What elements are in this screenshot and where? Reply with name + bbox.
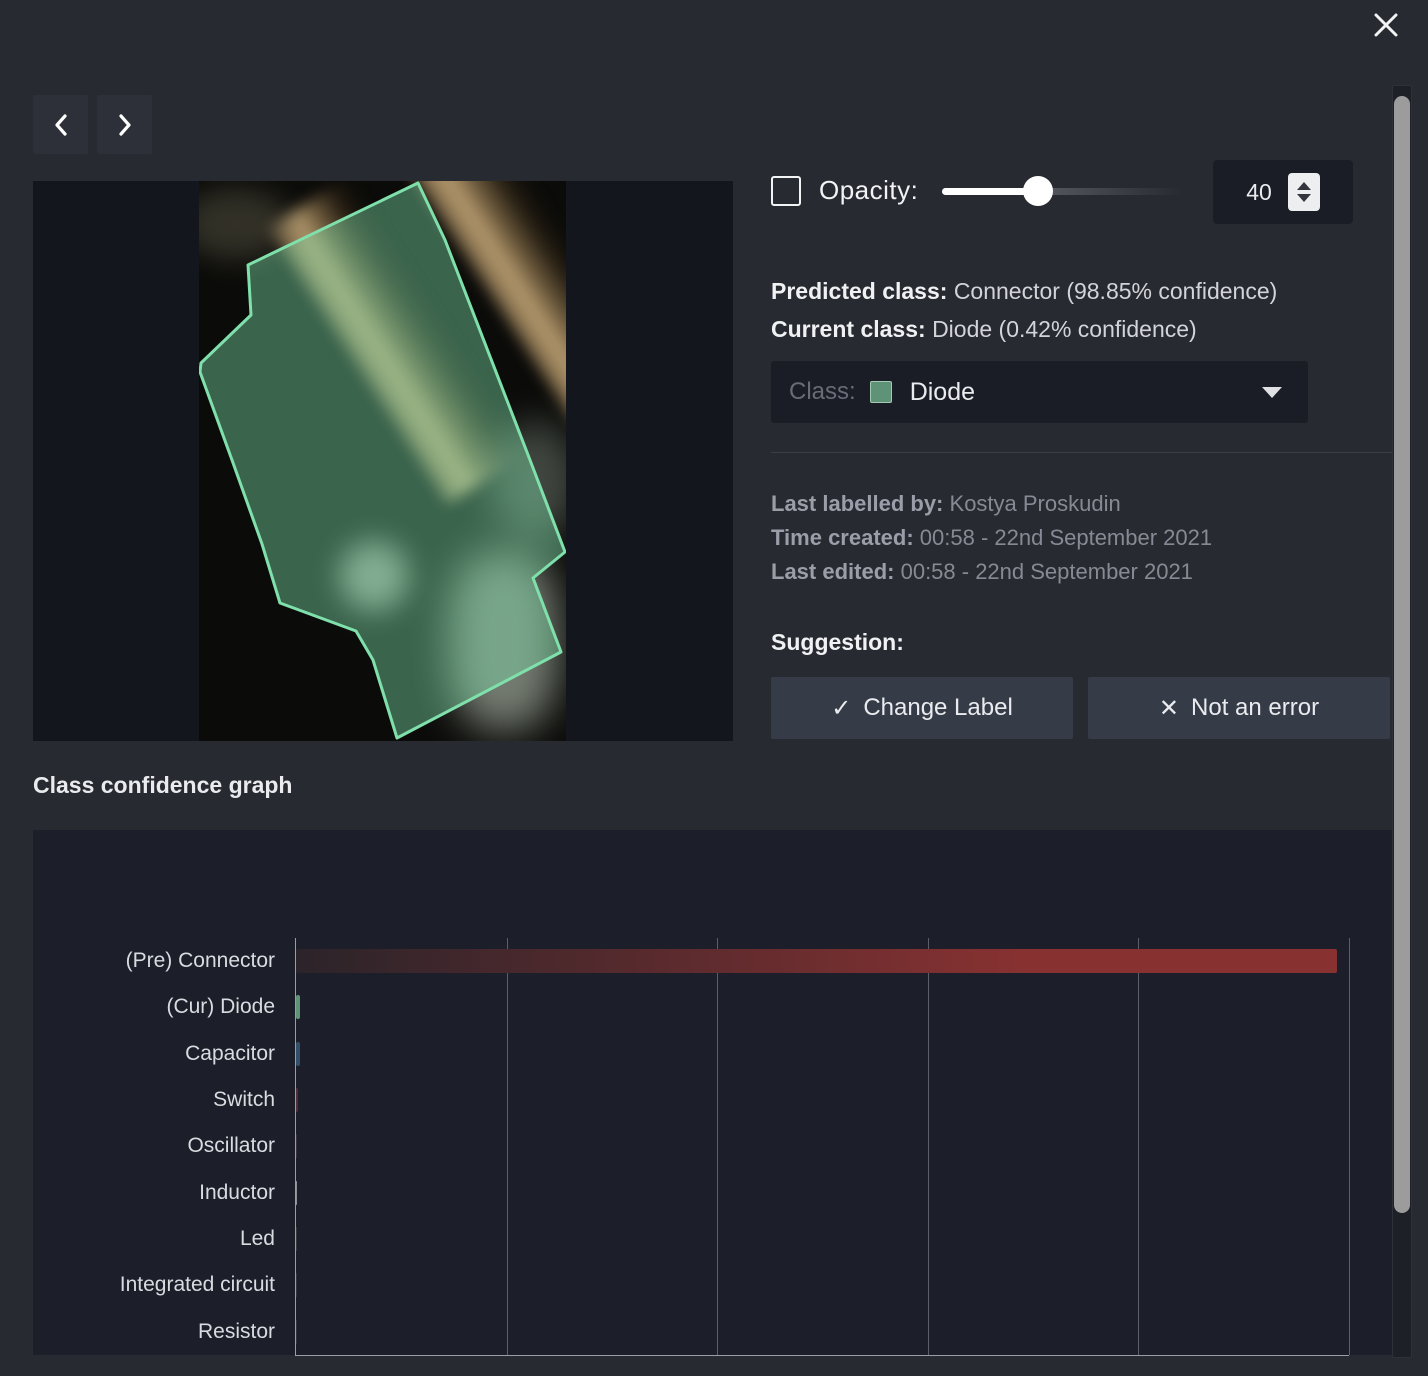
chart-category-label: Integrated circuit bbox=[33, 1262, 275, 1308]
last-edited-label: Last edited: bbox=[771, 559, 894, 584]
chart-category-label: Switch bbox=[33, 1077, 275, 1123]
opacity-label: Opacity: bbox=[819, 175, 918, 206]
chart-bar bbox=[296, 1088, 298, 1112]
chart-bar bbox=[296, 1273, 297, 1297]
component-photo bbox=[199, 181, 566, 741]
label-metadata: Last labelled by: Kostya Proskudin Time … bbox=[771, 487, 1212, 589]
chart-row bbox=[296, 1123, 1349, 1169]
opacity-slider-thumb[interactable] bbox=[1023, 176, 1053, 206]
chart-row bbox=[296, 1309, 1349, 1355]
current-class-label: Current class: bbox=[771, 316, 926, 342]
time-created-value: 00:58 - 22nd September 2021 bbox=[920, 525, 1212, 550]
labelled-by-value: Kostya Proskudin bbox=[950, 491, 1121, 516]
chart-category-label: Capacitor bbox=[33, 1031, 275, 1077]
opacity-slider[interactable] bbox=[942, 176, 1182, 206]
last-edited-value: 00:58 - 22nd September 2021 bbox=[901, 559, 1193, 584]
chart-bar bbox=[296, 1134, 297, 1158]
current-class-line: Current class: Diode (0.42% confidence) bbox=[771, 310, 1277, 348]
chart-category-label: (Pre) Connector bbox=[33, 938, 275, 984]
vertical-scrollbar[interactable] bbox=[1392, 85, 1412, 1358]
close-icon bbox=[1372, 11, 1400, 39]
x-icon: ✕ bbox=[1159, 694, 1179, 723]
chart-row bbox=[296, 938, 1349, 984]
chart-category-label: (Cur) Diode bbox=[33, 984, 275, 1030]
change-label-text: Change Label bbox=[863, 694, 1012, 722]
scrollbar-thumb[interactable] bbox=[1394, 96, 1410, 1213]
chevron-down-icon bbox=[1262, 387, 1282, 398]
image-viewer bbox=[33, 181, 733, 741]
suggestion-title: Suggestion: bbox=[771, 629, 904, 656]
chart-bar bbox=[296, 995, 300, 1019]
annotation-review-dialog: Opacity: 40 Predicted class: Connector (… bbox=[0, 0, 1428, 1376]
chart-bar bbox=[296, 1227, 297, 1251]
next-image-button[interactable] bbox=[97, 95, 152, 154]
chart-category-label: Inductor bbox=[33, 1170, 275, 1216]
opacity-checkbox[interactable] bbox=[771, 176, 801, 206]
chart-category-label: Led bbox=[33, 1216, 275, 1262]
class-select-dropdown[interactable]: Class: Diode bbox=[771, 361, 1308, 423]
chart-row bbox=[296, 1216, 1349, 1262]
chart-labels: (Pre) Connector(Cur) DiodeCapacitorSwitc… bbox=[33, 938, 275, 1355]
chart-bar bbox=[296, 1320, 297, 1344]
not-an-error-button[interactable]: ✕ Not an error bbox=[1088, 677, 1390, 739]
opacity-controls: Opacity: bbox=[771, 175, 1182, 206]
stepper-down-icon[interactable] bbox=[1297, 194, 1311, 202]
predicted-class-value: Connector (98.85% confidence) bbox=[954, 278, 1277, 304]
close-button[interactable] bbox=[1368, 8, 1404, 44]
chart-row bbox=[296, 1170, 1349, 1216]
last-edited-line: Last edited: 00:58 - 22nd September 2021 bbox=[771, 555, 1212, 589]
check-icon: ✓ bbox=[831, 694, 851, 723]
previous-image-button[interactable] bbox=[33, 95, 88, 154]
not-an-error-text: Not an error bbox=[1191, 694, 1319, 722]
time-created-line: Time created: 00:58 - 22nd September 202… bbox=[771, 521, 1212, 555]
current-class-value: Diode (0.42% confidence) bbox=[932, 316, 1197, 342]
suggestion-actions: ✓ Change Label ✕ Not an error bbox=[771, 677, 1390, 739]
time-created-label: Time created: bbox=[771, 525, 914, 550]
chart-row bbox=[296, 1031, 1349, 1077]
class-color-swatch bbox=[870, 381, 892, 403]
chart-gridline bbox=[1349, 938, 1350, 1355]
chart-heading: Class confidence graph bbox=[33, 772, 292, 799]
chevron-right-icon bbox=[115, 112, 135, 138]
chart-row bbox=[296, 1077, 1349, 1123]
chart-bar bbox=[296, 1181, 297, 1205]
predicted-class-line: Predicted class: Connector (98.85% confi… bbox=[771, 272, 1277, 310]
change-label-button[interactable]: ✓ Change Label bbox=[771, 677, 1073, 739]
stepper-up-icon[interactable] bbox=[1297, 182, 1311, 190]
annotation-polygon-shape[interactable] bbox=[200, 183, 565, 738]
chart-category-label: Resistor bbox=[33, 1309, 275, 1355]
chart-bar bbox=[296, 949, 1337, 973]
predicted-class-label: Predicted class: bbox=[771, 278, 947, 304]
classification-summary: Predicted class: Connector (98.85% confi… bbox=[771, 272, 1277, 348]
class-select-label: Class: bbox=[789, 378, 856, 406]
class-select-value: Diode bbox=[910, 378, 975, 407]
opacity-number-input[interactable]: 40 bbox=[1213, 160, 1353, 224]
opacity-value: 40 bbox=[1246, 179, 1272, 206]
labelled-by-label: Last labelled by: bbox=[771, 491, 943, 516]
chart-row bbox=[296, 1262, 1349, 1308]
chart-category-label: Oscillator bbox=[33, 1123, 275, 1169]
chart-row bbox=[296, 984, 1349, 1030]
chevron-left-icon bbox=[51, 112, 71, 138]
opacity-stepper[interactable] bbox=[1288, 173, 1320, 211]
labelled-by-line: Last labelled by: Kostya Proskudin bbox=[771, 487, 1212, 521]
section-divider bbox=[771, 452, 1395, 453]
class-confidence-chart: (Pre) Connector(Cur) DiodeCapacitorSwitc… bbox=[33, 830, 1395, 1355]
annotation-polygon[interactable] bbox=[199, 181, 566, 741]
chart-plot bbox=[295, 938, 1349, 1356]
chart-bar bbox=[296, 1042, 300, 1066]
